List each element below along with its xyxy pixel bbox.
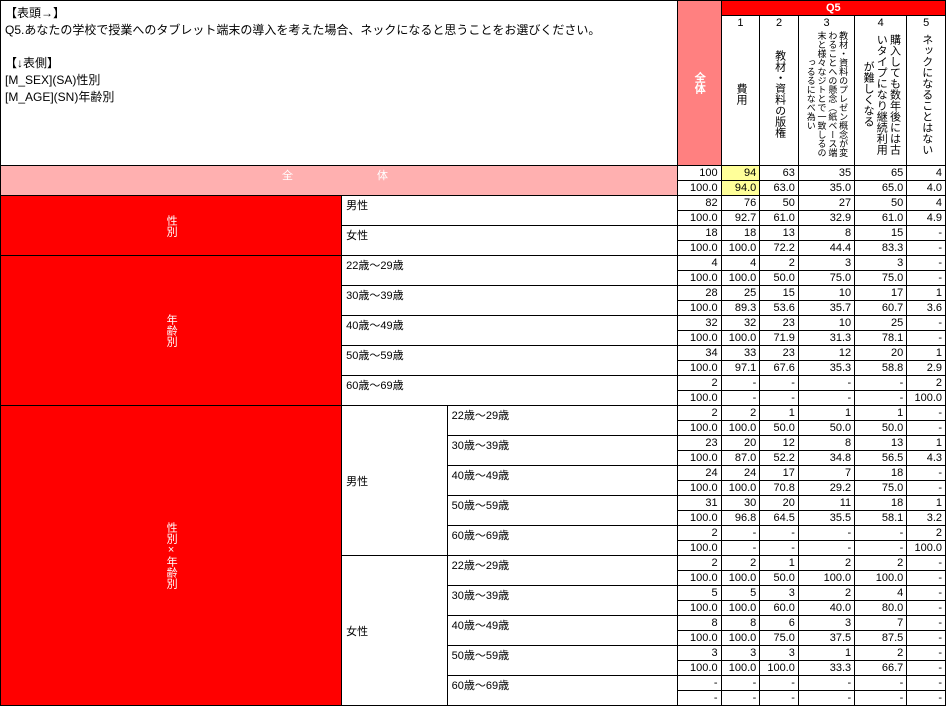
col-5: 5ネックになることはない: [907, 16, 946, 164]
description-cell: 【表頭→】 Q5.あなたの学校で授業へのタブレット端末の導入を考えた場合、ネック…: [1, 1, 678, 166]
side-sex: 性別: [1, 196, 342, 256]
side-age: 年齢別: [1, 256, 342, 406]
label-female2: 女性: [342, 556, 447, 706]
total-row-n: 全 体 100 94 63 35 65 4: [1, 166, 946, 181]
zentai-header: 全体: [677, 1, 721, 166]
col-2: 2教材・資料の版権: [760, 16, 799, 164]
side-sexage: 性別×年齢別: [1, 406, 342, 706]
label-female: 女性: [342, 226, 678, 256]
total-label: 全 体: [1, 166, 678, 196]
col-4: 4購入しても数年後には古いタイプになり継続利用が難しくなる: [855, 16, 907, 164]
crosstab-table: 【表頭→】 Q5.あなたの学校で授業へのタブレット端末の導入を考えた場合、ネック…: [0, 0, 946, 706]
col-3: 3教材・資料のプレゼン概念が変わることへの懸念（紙ベース端末と様々なジトとで一致…: [798, 16, 854, 164]
label-male: 男性: [342, 196, 678, 226]
label-male2: 男性: [342, 406, 447, 556]
col-1: 1費用: [721, 16, 760, 164]
q5-header: Q5: [721, 1, 945, 16]
sex-male-n: 性別 男性 82765027504: [1, 196, 946, 211]
